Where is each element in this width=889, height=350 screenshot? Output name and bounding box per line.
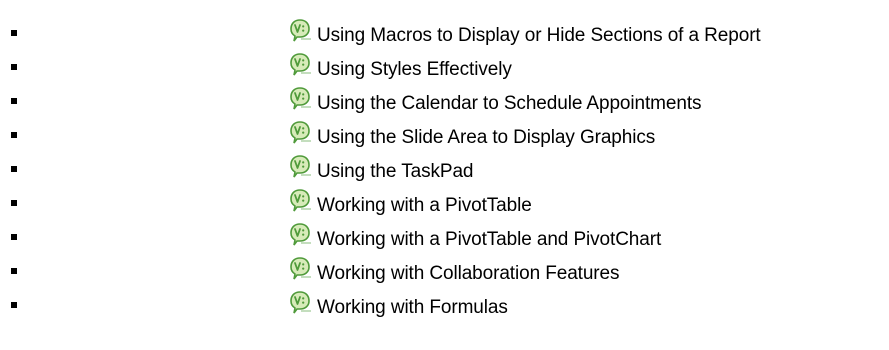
list-item: Working with Collaboration Features: [0, 255, 889, 289]
video-clip-icon: [287, 18, 313, 44]
bullet-icon: [11, 302, 17, 308]
video-clip-icon: [287, 52, 313, 78]
topic-label: Using the Calendar to Schedule Appointme…: [317, 92, 702, 114]
topic-link[interactable]: Working with Collaboration Features: [287, 255, 620, 289]
list-item: Using the Calendar to Schedule Appointme…: [0, 85, 889, 119]
topic-link[interactable]: Using the Calendar to Schedule Appointme…: [287, 85, 702, 119]
topic-label: Using the TaskPad: [317, 160, 474, 182]
bullet-icon: [11, 234, 17, 240]
topic-label: Using the Slide Area to Display Graphics: [317, 126, 656, 148]
topic-list: Using Macros to Display or Hide Sections…: [0, 0, 889, 323]
topic-link[interactable]: Using Macros to Display or Hide Sections…: [287, 17, 761, 51]
bullet-icon: [11, 30, 17, 36]
video-clip-icon: [287, 154, 313, 180]
list-item: Working with a PivotTable: [0, 187, 889, 221]
bullet-icon: [11, 132, 17, 138]
topic-link[interactable]: Using Styles Effectively: [287, 51, 512, 85]
video-clip-icon: [287, 86, 313, 112]
list-item: Using the Slide Area to Display Graphics: [0, 119, 889, 153]
topic-link[interactable]: Working with a PivotTable and PivotChart: [287, 221, 661, 255]
bullet-icon: [11, 268, 17, 274]
list-item: Working with Formulas: [0, 289, 889, 323]
topic-link[interactable]: Working with a PivotTable: [287, 187, 532, 221]
topic-link[interactable]: Working with Formulas: [287, 289, 508, 323]
topic-label: Working with a PivotTable and PivotChart: [317, 228, 662, 250]
topic-label: Working with Formulas: [317, 296, 508, 318]
list-item: Working with a PivotTable and PivotChart: [0, 221, 889, 255]
topic-label: Working with a PivotTable: [317, 194, 532, 216]
video-clip-icon: [287, 256, 313, 282]
bullet-icon: [11, 200, 17, 206]
topic-label: Using Macros to Display or Hide Sections…: [317, 24, 761, 46]
video-clip-icon: [287, 120, 313, 146]
list-item: Using Styles Effectively: [0, 51, 889, 85]
video-clip-icon: [287, 222, 313, 248]
topic-link[interactable]: Using the TaskPad: [287, 153, 473, 187]
bullet-icon: [11, 166, 17, 172]
topic-label: Working with Collaboration Features: [317, 262, 620, 284]
topic-link[interactable]: Using the Slide Area to Display Graphics: [287, 119, 655, 153]
list-item: Using Macros to Display or Hide Sections…: [0, 17, 889, 51]
video-clip-icon: [287, 290, 313, 316]
topic-label: Using Styles Effectively: [317, 58, 512, 80]
list-item: Using the TaskPad: [0, 153, 889, 187]
bullet-icon: [11, 98, 17, 104]
video-clip-icon: [287, 188, 313, 214]
bullet-icon: [11, 64, 17, 70]
